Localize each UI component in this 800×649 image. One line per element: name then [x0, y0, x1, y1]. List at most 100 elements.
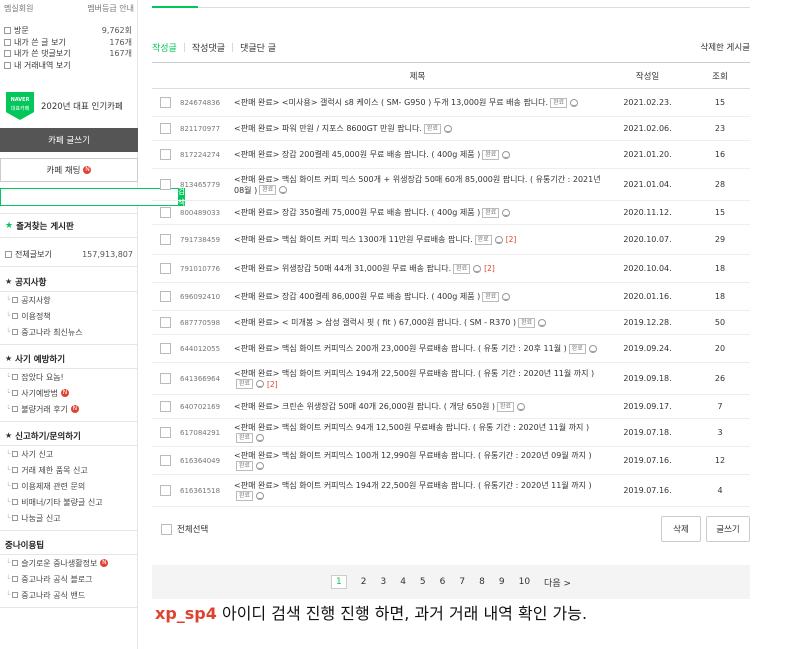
- stat-row[interactable]: 내가 쓴 댓글보기 167개: [4, 48, 132, 60]
- post-title-link[interactable]: <판매 완료> 위생장갑 50매 44개 31,000원 무료 배송 팝니다.: [234, 264, 451, 273]
- row-checkbox[interactable]: [160, 234, 171, 245]
- page-8[interactable]: 8: [479, 577, 485, 587]
- select-all[interactable]: 전체선택: [161, 523, 208, 535]
- write-button[interactable]: 글쓰기: [706, 516, 750, 542]
- page-4[interactable]: 4: [400, 577, 406, 587]
- sidebar-item[interactable]: └ 중고나라 공식 블로그: [0, 571, 138, 587]
- sidebar-item[interactable]: └ 사기예방법 N: [0, 385, 138, 401]
- sidebar-item[interactable]: └ 나눔글 신고: [0, 510, 138, 526]
- table-row[interactable]: 640702169 <판매 완료> 크린손 위생장갑 50매 40개 26,000…: [152, 394, 750, 419]
- row-checkbox[interactable]: [160, 97, 171, 108]
- table-row[interactable]: 791010776 <판매 완료> 위생장갑 50매 44개 31,000원 무료…: [152, 254, 750, 283]
- table-row[interactable]: 641366964 <판매 완료> 맥심 화이트 커피믹스 194개 22,500…: [152, 362, 750, 395]
- section-title[interactable]: 공지사항: [15, 276, 46, 288]
- post-date: 2020.10.04.: [605, 254, 690, 283]
- cafe-chat-button[interactable]: 카페 채팅 N: [0, 158, 138, 182]
- done-tag: 완료: [423, 123, 441, 134]
- sidebar-item[interactable]: └ 이용정책: [0, 308, 138, 324]
- page-9[interactable]: 9: [499, 577, 505, 587]
- page-6[interactable]: 6: [440, 577, 446, 587]
- row-checkbox[interactable]: [160, 291, 171, 302]
- table-row[interactable]: 813465779 <판매 완료> 맥심 화이트 커피 믹스 500개 + 위생장…: [152, 168, 750, 201]
- sidebar-item[interactable]: └ 이용제재 관련 문의: [0, 478, 138, 494]
- post-title-link[interactable]: <판매 완료> 맥심 화이트 커피 믹스 1300개 11만원 무료배송 팝니다…: [234, 235, 473, 244]
- stat-row[interactable]: 내 거래내역 보기: [4, 60, 132, 72]
- row-checkbox[interactable]: [160, 207, 171, 218]
- table-row[interactable]: 616361518 <판매 완료> 맥심 화이트 커피믹스 194개 22,500…: [152, 474, 750, 507]
- row-checkbox[interactable]: [160, 401, 171, 412]
- sidebar-item[interactable]: └ 중고나라 공식 밴드: [0, 587, 138, 603]
- section-title[interactable]: 사기 예방하기: [15, 353, 65, 365]
- member-guide-link[interactable]: 멤버등급 안내: [87, 3, 134, 14]
- sidebar: 멤실회원 멤버등급 안내 방문 9,762회 내가 쓴 글 보기 176개 내가 쓴 댓…: [0, 0, 185, 649]
- delete-button[interactable]: 삭제: [661, 516, 701, 542]
- sidebar-item[interactable]: └ 중고나라 최신뉴스: [0, 324, 138, 340]
- sidebar-item[interactable]: └ 슬기로운 중나생활정보 N: [0, 555, 138, 571]
- page-2[interactable]: 2: [361, 577, 367, 587]
- tab-posts[interactable]: 작성글: [152, 41, 177, 54]
- table-row[interactable]: 687770598 <판매 완료> < 미개봉 > 삼성 갤럭시 핏 ( fit …: [152, 310, 750, 335]
- post-title-link[interactable]: <판매 완료> 장갑 350켤레 75,000원 무료 배송 팝니다. ( 40…: [234, 208, 480, 217]
- row-checkbox[interactable]: [160, 427, 171, 438]
- sidebar-item[interactable]: └ 사기 신고: [0, 446, 138, 462]
- select-all-checkbox[interactable]: [161, 523, 172, 535]
- post-title-link[interactable]: <판매 완료> <미사용> 갤럭시 s8 케이스 ( SM- G950 ) 두개…: [234, 98, 548, 107]
- sidebar-item[interactable]: └ 공지사항: [0, 292, 138, 308]
- page-7[interactable]: 7: [459, 577, 465, 587]
- table-row[interactable]: 696092410 <판매 완료> 장갑 400켤레 86,000원 무료 배송 …: [152, 282, 750, 311]
- post-title-link[interactable]: <판매 완료> 파워 만원 / 지포스 8600GT 만원 팝니다.: [234, 124, 422, 133]
- page-10[interactable]: 10: [519, 577, 530, 587]
- post-title-link[interactable]: <판매 완료> 맥심 화이트 커피 믹스 500개 + 위생장갑 50매 60개…: [234, 175, 601, 195]
- menu-section: ★ 신고하기/문의하기 └ 사기 신고 └ 거래 제한 품목 신고 └ 이용제재 관련 문의 └…: [0, 426, 138, 535]
- sidebar-item[interactable]: └ 비매너/기타 불량글 신고: [0, 494, 138, 510]
- page-3[interactable]: 3: [380, 577, 386, 587]
- sidebar-item[interactable]: └ 잡았다 요놈!: [0, 369, 138, 385]
- stat-row[interactable]: 방문 9,762회: [4, 25, 132, 37]
- all-posts-link[interactable]: 전체글보기 157,913,807: [5, 249, 133, 260]
- next-page-button[interactable]: 다음 >: [544, 576, 571, 589]
- table-row[interactable]: 617084291 <판매 완료> 맥심 화이트 커피믹스 94개 12,500원…: [152, 418, 750, 447]
- comment-count[interactable]: [2]: [267, 380, 278, 389]
- sidebar-item[interactable]: └ 불량거래 후기 N: [0, 401, 138, 417]
- post-title-link[interactable]: <판매 완료> 장갑 200켤레 45,000원 무료 배송 팝니다. ( 40…: [234, 150, 480, 159]
- post-title-link[interactable]: <판매 완료> 장갑 400켤레 86,000원 무료 배송 팝니다. ( 40…: [234, 292, 480, 301]
- table-row[interactable]: 644012055 <판매 완료> 맥심 화이트 커피믹스 200개 23,000…: [152, 334, 750, 363]
- sidebar-item-label: 이용정책: [21, 311, 51, 321]
- row-checkbox[interactable]: [160, 485, 171, 496]
- post-views: 20: [690, 334, 750, 363]
- post-title-link[interactable]: <판매 완료> 맥심 화이트 커피믹스 194개 22,500원 무료배송 팝니…: [234, 369, 594, 378]
- post-title-link[interactable]: <판매 완료> 맥심 화이트 커피믹스 94개 12,500원 무료배송 팝니다…: [234, 423, 589, 432]
- post-title-link[interactable]: <판매 완료> 맥심 화이트 커피믹스 200개 23,000원 무료배송 팝니…: [234, 344, 567, 353]
- tab-comments[interactable]: 작성댓글: [192, 41, 225, 54]
- row-checkbox[interactable]: [160, 343, 171, 354]
- row-checkbox[interactable]: [160, 123, 171, 134]
- comment-count[interactable]: [2]: [506, 235, 517, 244]
- row-checkbox[interactable]: [160, 455, 171, 466]
- row-checkbox[interactable]: [160, 179, 171, 190]
- post-title-link[interactable]: <판매 완료> 맥심 화이트 커피믹스 194개 22,500원 무료배송 팝니…: [234, 481, 592, 490]
- table-row[interactable]: 616364049 <판매 완료> 맥심 화이트 커피믹스 100개 12,990…: [152, 446, 750, 475]
- table-row[interactable]: 791738459 <판매 완료> 맥심 화이트 커피 믹스 1300개 11만원…: [152, 224, 750, 255]
- cafe-write-button[interactable]: 카페 글쓰기: [0, 128, 138, 152]
- favorites-title[interactable]: 즐겨찾는 게시판: [16, 220, 74, 232]
- row-checkbox[interactable]: [160, 373, 171, 384]
- post-title-link[interactable]: <판매 완료> 맥심 화이트 커피믹스 100개 12,990원 무료배송 팝니…: [234, 451, 592, 460]
- table-row[interactable]: 824674836 <판매 완료> <미사용> 갤럭시 s8 케이스 ( SM- …: [152, 88, 750, 117]
- table-row[interactable]: 817224274 <판매 완료> 장갑 200켤레 45,000원 무료 배송 …: [152, 140, 750, 169]
- row-checkbox[interactable]: [160, 317, 171, 328]
- table-row[interactable]: 821170977 <판매 완료> 파워 만원 / 지포스 8600GT 만원 팝…: [152, 116, 750, 141]
- section-title[interactable]: 중나이용팁: [5, 539, 44, 551]
- sidebar-item[interactable]: └ 거래 제한 품목 신고: [0, 462, 138, 478]
- row-checkbox[interactable]: [160, 149, 171, 160]
- post-title-link[interactable]: <판매 완료> 크린손 위생장갑 50매 40개 26,000원 팝니다. ( …: [234, 402, 495, 411]
- row-checkbox[interactable]: [160, 263, 171, 274]
- stat-row[interactable]: 내가 쓴 글 보기 176개: [4, 37, 132, 49]
- post-title-link[interactable]: <판매 완료> < 미개봉 > 삼성 갤럭시 핏 ( fit ) 67,000원…: [234, 318, 516, 327]
- section-title[interactable]: 신고하기/문의하기: [15, 430, 81, 442]
- page-5[interactable]: 5: [420, 577, 426, 587]
- tab-commented[interactable]: 댓글단 글: [240, 41, 276, 54]
- table-row[interactable]: 800489033 <판매 완료> 장갑 350켤레 75,000원 무료 배송 …: [152, 200, 750, 225]
- tab-deleted-posts[interactable]: 삭제한 게시글: [700, 41, 750, 54]
- page-1[interactable]: 1: [330, 575, 347, 589]
- comment-count[interactable]: [2]: [484, 264, 495, 273]
